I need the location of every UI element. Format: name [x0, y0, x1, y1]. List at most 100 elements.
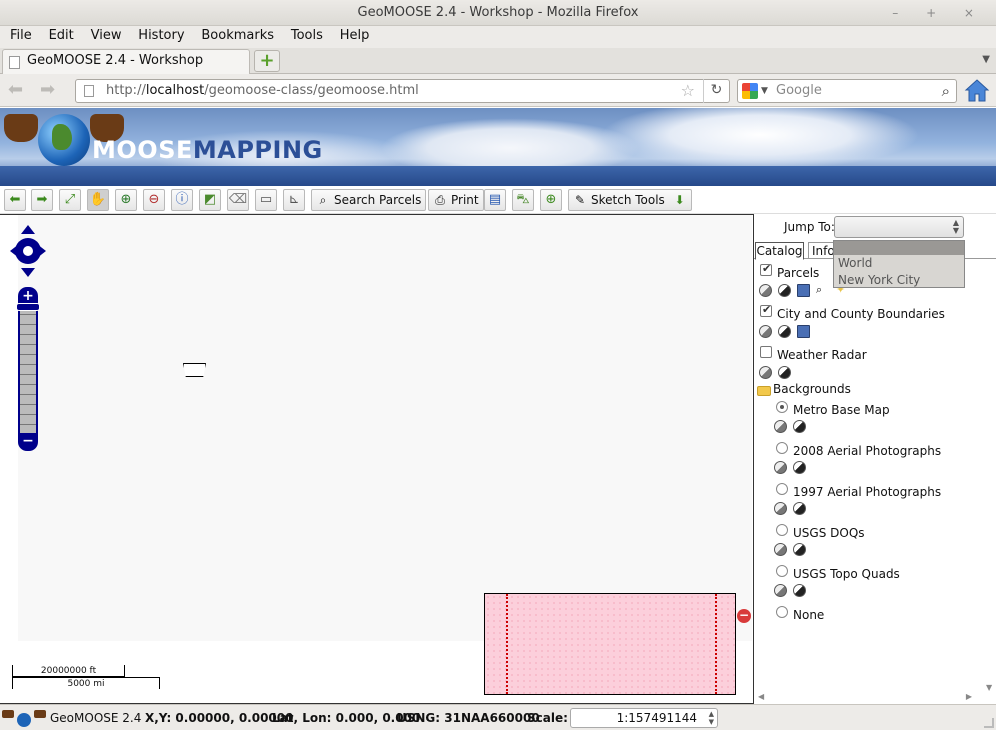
tab-list-dropdown-icon[interactable]: ▼ [982, 54, 990, 65]
fade-layer-icon[interactable] [759, 366, 772, 379]
overview-extent-box[interactable] [506, 594, 717, 694]
unfade-layer-icon[interactable] [778, 325, 791, 338]
search-engine-dropdown-icon[interactable]: ▼ [761, 80, 768, 102]
jump-option-nyc[interactable]: New York City [834, 272, 964, 289]
unfade-layer-icon[interactable] [778, 366, 791, 379]
layers-export-icon[interactable]: ▤ [484, 189, 506, 211]
unfade-layer-icon[interactable] [793, 543, 806, 556]
search-box[interactable]: ▼ Google ⌕ [737, 79, 957, 103]
zoom-slider-handle[interactable] [16, 303, 40, 311]
menu-bookmarks[interactable]: Bookmarks [196, 26, 279, 46]
scroll-down-icon[interactable]: ▼ [986, 683, 992, 692]
gps-icon[interactable]: ⊕ [540, 189, 562, 211]
jump-to-select[interactable]: ▲ ▼ [834, 216, 964, 238]
map-toolbar: ⬅ ➡ ⤢ ✋ ⊕ ⊖ ⓘ ◩ ⌫ ▭ ⊾ ⌕ Search Parcels ⎙… [0, 186, 996, 214]
window-resize-grip[interactable] [984, 718, 994, 728]
folder-icon[interactable] [757, 386, 771, 396]
background-radio-2008[interactable] [776, 442, 788, 454]
search-placeholder: Google [776, 83, 822, 98]
scroll-left-icon[interactable]: ◀ [758, 692, 764, 701]
back-arrow-icon[interactable]: ⬅ [4, 189, 26, 211]
fade-layer-icon[interactable] [759, 325, 772, 338]
jump-option-world[interactable]: World [834, 255, 964, 272]
home-button[interactable] [964, 78, 990, 104]
unfade-layer-icon[interactable] [793, 584, 806, 597]
menu-tools[interactable]: Tools [286, 26, 328, 46]
zoom-out-button[interactable]: − [18, 433, 38, 451]
legend-icon[interactable] [797, 284, 810, 297]
zoom-extent-icon[interactable]: ⤢ [59, 189, 81, 211]
measure-area-icon[interactable]: ⊾ [283, 189, 305, 211]
overview-map[interactable] [484, 593, 736, 695]
pan-hand-icon[interactable]: ✋ [87, 189, 109, 211]
fade-layer-icon[interactable] [774, 543, 787, 556]
map-viewport[interactable]: + − 20000000 ft 5000 mi − [0, 214, 754, 704]
print-button[interactable]: ⎙ Print [428, 189, 484, 211]
map-canvas[interactable] [18, 215, 752, 641]
sketch-tools-button[interactable]: ✎ Sketch Tools ⬇ [568, 189, 692, 211]
map-feature[interactable] [183, 363, 206, 377]
google-icon[interactable] [742, 83, 758, 99]
layer-checkbox-radar[interactable] [760, 346, 772, 358]
background-radio-topo[interactable] [776, 565, 788, 577]
reload-button[interactable]: ↻ [703, 79, 729, 103]
folder-label-backgrounds[interactable]: Backgrounds [773, 381, 851, 397]
search-parcels-button[interactable]: ⌕ Search Parcels [311, 189, 427, 211]
unfade-layer-icon[interactable] [793, 420, 806, 433]
fade-layer-icon[interactable] [774, 502, 787, 515]
zoom-in-icon[interactable]: ⊕ [115, 189, 137, 211]
background-label-doqs: USGS DOQs [793, 526, 865, 540]
unfade-layer-icon[interactable] [793, 502, 806, 515]
panel-vertical-scrollbar[interactable]: ▼ [984, 260, 996, 692]
layer-checkbox-parcels[interactable] [760, 262, 772, 276]
tab-title: GeoMOOSE 2.4 - Workshop [27, 53, 204, 68]
url-bar[interactable]: http://localhost/geomoose-class/geomoose… [75, 79, 730, 103]
menu-file[interactable]: File [5, 26, 37, 46]
fade-layer-icon[interactable] [774, 461, 787, 474]
side-panel: Jump To: ▲ ▼ World New York City Catalog … [754, 214, 996, 704]
pan-arrows-icon[interactable] [10, 225, 46, 277]
search-icon[interactable]: ⌕ [942, 80, 950, 102]
background-radio-1997[interactable] [776, 483, 788, 495]
scale-input[interactable]: 1:157491144 ▲ ▼ [570, 708, 718, 728]
layer-checkbox-boundaries[interactable] [760, 303, 772, 317]
unfade-layer-icon[interactable] [793, 461, 806, 474]
panel-horizontal-scrollbar[interactable]: ◀ ▶ [754, 692, 996, 704]
tab-catalog[interactable]: Catalog [755, 242, 804, 260]
close-overview-icon[interactable]: − [737, 609, 751, 623]
browser-tab-active[interactable]: GeoMOOSE 2.4 - Workshop [2, 49, 250, 74]
tab-info[interactable]: Info [808, 242, 836, 259]
navigation-bar: ⬅ ➡ http://localhost/geomoose-class/geom… [0, 74, 996, 107]
background-radio-none[interactable] [776, 606, 788, 618]
menu-help[interactable]: Help [335, 26, 375, 46]
background-radio-doqs[interactable] [776, 524, 788, 536]
scale-spinner-icon[interactable]: ▲ ▼ [709, 710, 714, 726]
window-controls[interactable]: – + × [892, 0, 986, 26]
identify-icon[interactable]: ⓘ [171, 189, 193, 211]
eraser-icon[interactable]: ⌫ [227, 189, 249, 211]
fade-layer-icon[interactable] [774, 420, 787, 433]
pan-control[interactable] [10, 225, 46, 277]
fade-layer-icon[interactable] [759, 284, 772, 297]
select-icon[interactable]: ◩ [199, 189, 221, 211]
legend-icon[interactable] [797, 325, 810, 338]
new-tab-button[interactable]: + [254, 50, 280, 72]
car-icon[interactable]: ⛍ [512, 189, 534, 211]
forward-arrow-icon[interactable]: ➡ [31, 189, 53, 211]
menu-view[interactable]: View [86, 26, 127, 46]
menu-history[interactable]: History [133, 26, 189, 46]
scroll-right-icon[interactable]: ▶ [966, 692, 972, 701]
scale-bar-miles: 5000 mi [12, 677, 160, 689]
bookmark-star-icon[interactable]: ☆ [681, 80, 695, 102]
back-button[interactable]: ⬅ [8, 81, 30, 99]
forward-button[interactable]: ➡ [40, 81, 62, 99]
jump-option-blank[interactable] [834, 241, 964, 255]
fade-layer-icon[interactable] [774, 584, 787, 597]
menu-edit[interactable]: Edit [44, 26, 79, 46]
measure-length-icon[interactable]: ▭ [255, 189, 277, 211]
zoom-out-icon[interactable]: ⊖ [143, 189, 165, 211]
unfade-layer-icon[interactable] [778, 284, 791, 297]
zoom-slider[interactable] [18, 305, 38, 433]
search-icon[interactable]: ⌕ [816, 284, 829, 297]
background-radio-metro[interactable] [776, 401, 788, 413]
